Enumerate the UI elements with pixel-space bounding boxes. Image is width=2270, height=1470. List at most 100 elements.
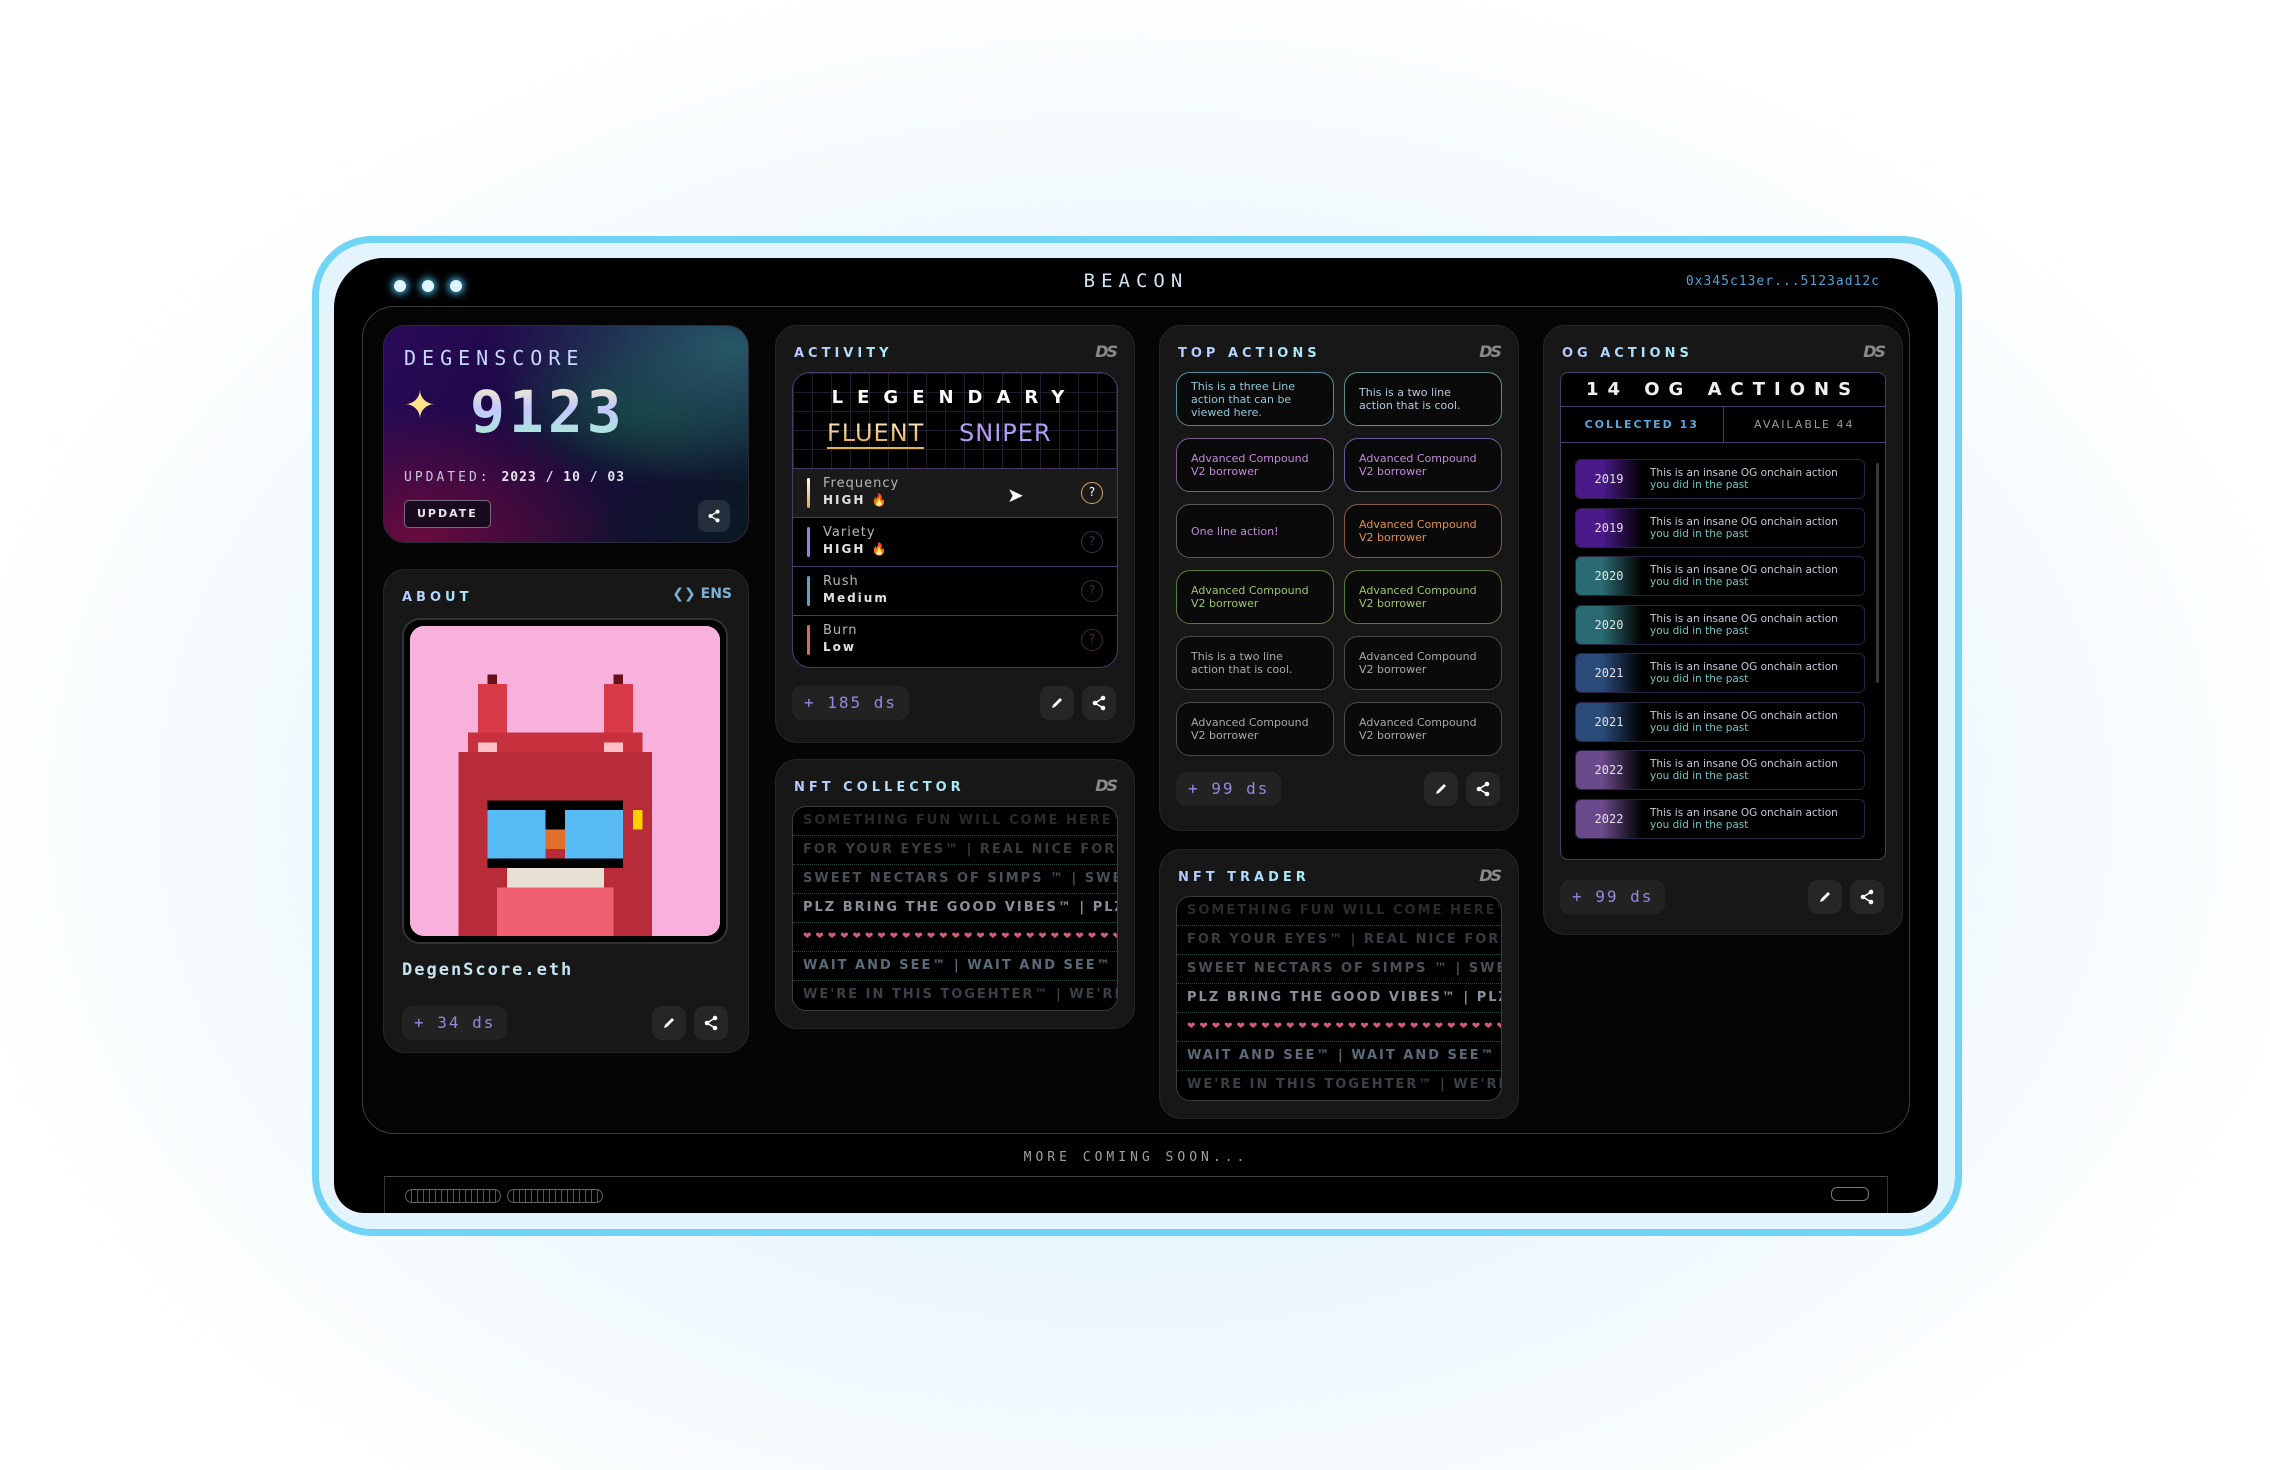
og-year: 2019: [1576, 508, 1642, 547]
og-action-item[interactable]: 2020 This is an insane OG onchain action y…: [1575, 556, 1865, 596]
share-button[interactable]: [698, 500, 730, 532]
top-action-item[interactable]: Advanced Compound V2 borrower: [1344, 636, 1502, 690]
share-icon: [708, 509, 720, 523]
pencil-icon: [1820, 892, 1830, 902]
edit-button[interactable]: [1424, 772, 1458, 806]
og-description-line1: This is an insane OG onchain action: [1650, 515, 1838, 528]
top-action-item[interactable]: Advanced Compound V2 borrower: [1176, 438, 1334, 492]
og-action-item[interactable]: 2019 This is an insane OG onchain action y…: [1575, 459, 1865, 499]
og-description: This is an insane OG onchain action you d…: [1642, 758, 1838, 782]
vent-grille: [405, 1189, 501, 1203]
activity-row-rush[interactable]: Rush Medium ?: [793, 567, 1117, 616]
top-action-item[interactable]: Advanced Compound V2 borrower: [1344, 504, 1502, 558]
og-action-item[interactable]: 2021 This is an insane OG onchain action y…: [1575, 701, 1865, 742]
persona-second: SNIPER: [959, 419, 1052, 447]
device-base: [384, 1176, 1888, 1213]
tab-available[interactable]: AVAILABLE 44: [1724, 407, 1886, 442]
top-action-item[interactable]: Advanced Compound V2 borrower: [1176, 570, 1334, 624]
share-icon: [1476, 781, 1490, 797]
row-accent-bar: [807, 625, 810, 655]
pencil-icon: [664, 1018, 674, 1028]
share-button[interactable]: [1082, 686, 1116, 720]
marquee-line: PLZ BRING THE GOOD VIBES™ | PLZ BRING: [793, 894, 1117, 923]
scrollbar[interactable]: [1876, 463, 1879, 683]
top-action-item[interactable]: Advanced Compound V2 borrower: [1176, 702, 1334, 756]
persona-header: LEGENDARY FLUENT SNIPER: [793, 373, 1117, 469]
share-button[interactable]: [694, 1006, 728, 1040]
og-action-item[interactable]: 2022 This is an insane OG onchain action y…: [1575, 750, 1865, 790]
marquee-line: FOR YOUR EYES™ | REAL NICE FOR YOUR EYES…: [793, 836, 1117, 865]
og-actions-box: 14 OG ACTIONS COLLECTED 13 AVAILABLE 44 …: [1560, 372, 1886, 860]
marquee-line: SWEET NECTARS OF SIMPS ™ | SWEET NECTARS: [1177, 955, 1501, 984]
top-bar: BEACON 0x345c13er...5123ad12c: [334, 258, 1938, 308]
ens-badge[interactable]: ❮❯ ENS: [672, 586, 732, 602]
share-button[interactable]: [1466, 772, 1500, 806]
share-button[interactable]: [1850, 880, 1884, 914]
og-description: This is an insane OG onchain action you d…: [1642, 564, 1838, 588]
ens-name: DegenScore.eth: [402, 960, 574, 980]
tab-collected[interactable]: COLLECTED 13: [1561, 407, 1724, 442]
marquee-line: SOMETHING FUN WILL COME HERE™: [1177, 897, 1501, 926]
og-description-line2: you did in the past: [1650, 624, 1749, 637]
og-action-item[interactable]: 2022 This is an insane OG onchain action y…: [1575, 798, 1865, 839]
top-action-item[interactable]: Advanced Compound V2 borrower: [1344, 438, 1502, 492]
degenscore-label: DEGENSCORE: [404, 346, 585, 370]
marquee-box: SOMETHING FUN WILL COME HERE™ FOR YOUR E…: [792, 806, 1118, 1011]
og-description-line2: you did in the past: [1650, 770, 1749, 782]
top-action-item[interactable]: One line action!: [1176, 504, 1334, 558]
row-value: Medium: [823, 591, 889, 605]
sparkle-icon: ✦: [404, 383, 436, 427]
share-icon: [1092, 695, 1106, 711]
ds-points-badge: + 34 ds: [402, 1006, 508, 1040]
top-action-item[interactable]: Advanced Compound V2 borrower: [1344, 702, 1502, 756]
top-action-item[interactable]: This is a two line action that is cool.: [1176, 636, 1334, 690]
edit-button[interactable]: [1040, 686, 1074, 720]
help-icon[interactable]: ?: [1081, 580, 1103, 602]
top-action-item[interactable]: Advanced Compound V2 borrower: [1344, 570, 1502, 624]
activity-row-burn[interactable]: Burn Low ?: [793, 616, 1117, 665]
update-button[interactable]: UPDATE: [404, 500, 491, 528]
avatar-nft-image[interactable]: [410, 626, 720, 936]
edit-button[interactable]: [652, 1006, 686, 1040]
og-description: This is an insane OG onchain action you d…: [1642, 807, 1838, 831]
updated-date: 2023 / 10 / 03: [501, 470, 626, 485]
og-description-line1: This is an insane OG onchain action: [1650, 709, 1838, 722]
marquee-hearts: ❤❤❤❤❤❤❤❤❤❤❤❤❤❤❤❤❤❤❤❤❤❤❤❤❤❤: [793, 923, 1117, 952]
activity-row-frequency[interactable]: Frequency HIGH 🔥 ➤ ?: [793, 469, 1117, 518]
top-action-item[interactable]: This is a two line action that is cool.: [1344, 372, 1502, 426]
beacon-device: BEACON 0x345c13er...5123ad12c DEGENSCORE…: [334, 258, 1938, 1213]
nft-trader-card: NFT TRADER DS SOMETHING FUN WILL COME HE…: [1159, 849, 1519, 1119]
og-action-item[interactable]: 2021 This is an insane OG onchain action y…: [1575, 653, 1865, 693]
marquee-hearts: ❤❤❤❤❤❤❤❤❤❤❤❤❤❤❤❤❤❤❤❤❤❤❤❤❤❤: [1177, 1013, 1501, 1042]
og-description: This is an insane OG onchain action you d…: [1642, 467, 1838, 491]
about-title: ABOUT: [402, 590, 473, 605]
top-action-item[interactable]: This is a three Line action that can be …: [1176, 372, 1334, 426]
og-action-item[interactable]: 2019 This is an insane OG onchain action y…: [1575, 507, 1865, 548]
og-description: This is an insane OG onchain action you d…: [1642, 710, 1838, 734]
nft-trader-title: NFT TRADER: [1178, 870, 1310, 885]
help-icon[interactable]: ?: [1081, 482, 1103, 504]
marquee-line: FOR YOUR EYES™ | REAL NICE FOR YOUR EYES…: [1177, 926, 1501, 955]
wallet-address[interactable]: 0x345c13er...5123ad12c: [1686, 274, 1880, 289]
og-action-item[interactable]: 2020 This is an insane OG onchain action y…: [1575, 604, 1865, 645]
marquee-line: SWEET NECTARS OF SIMPS ™ | SWEET NECTARS: [793, 865, 1117, 894]
og-year: 2022: [1576, 751, 1642, 789]
row-value: HIGH 🔥: [823, 493, 889, 507]
ens-icon: ❮❯: [672, 586, 696, 602]
activity-title: ACTIVITY: [794, 346, 893, 361]
help-icon[interactable]: ?: [1081, 531, 1103, 553]
help-icon[interactable]: ?: [1081, 629, 1103, 651]
nft-collector-card: NFT COLLECTOR DS SOMETHING FUN WILL COME…: [775, 759, 1135, 1029]
pixel-cat-avatar: [410, 626, 720, 936]
og-headline: 14 OG ACTIONS: [1561, 373, 1885, 407]
og-actions-title: OG ACTIONS: [1562, 346, 1693, 361]
ds-logo-icon: DS: [1095, 342, 1118, 361]
degenscore-card: DEGENSCORE ✦ 9123 UPDATED: 2023 / 10 / 0…: [383, 325, 749, 543]
activity-row-variety[interactable]: Variety HIGH 🔥 ?: [793, 518, 1117, 567]
share-icon: [704, 1015, 718, 1031]
marquee-line: PLZ BRING THE GOOD VIBES™ | PLZ BRING: [1177, 984, 1501, 1013]
ds-points-badge: + 99 ds: [1176, 772, 1282, 806]
row-label: Variety: [823, 525, 876, 540]
share-icon: [1860, 889, 1874, 905]
edit-button[interactable]: [1808, 880, 1842, 914]
